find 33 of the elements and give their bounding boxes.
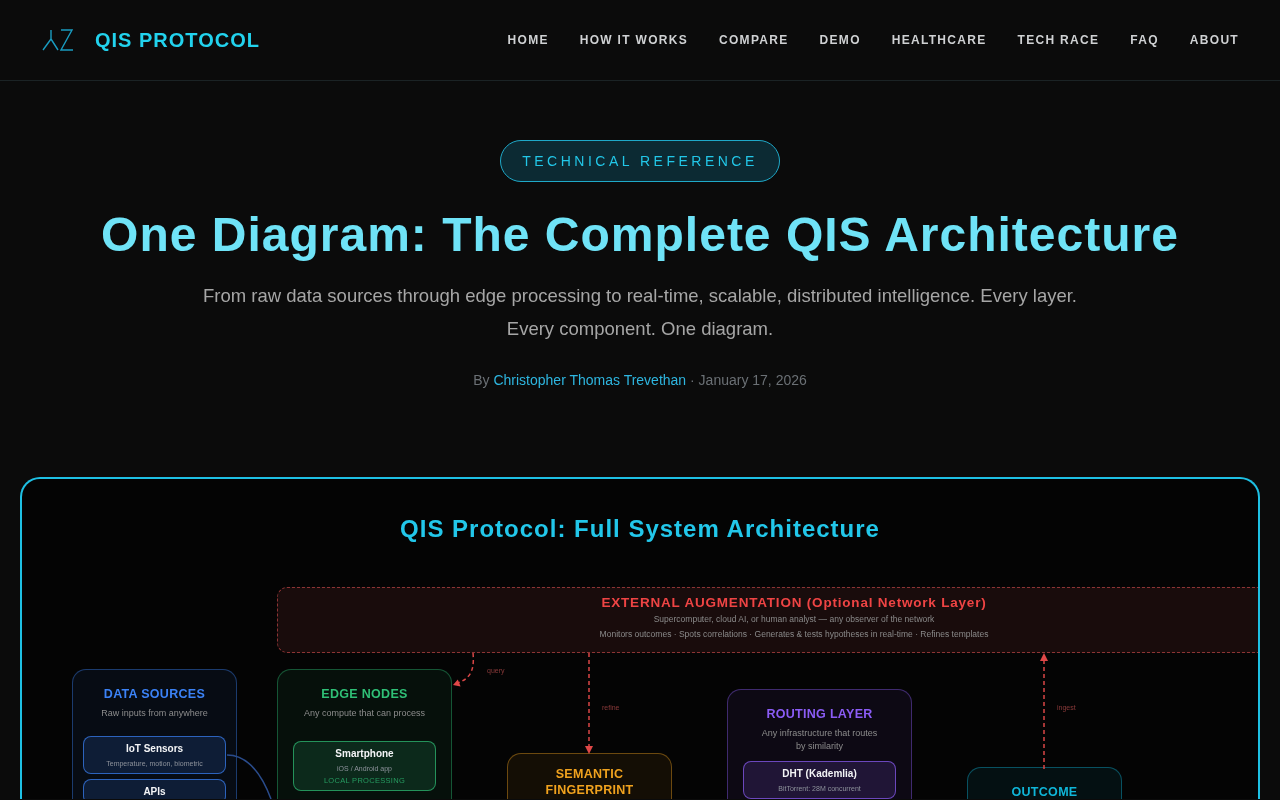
- nav-link[interactable]: HOW IT WORKS: [579, 31, 688, 49]
- author-link[interactable]: Christopher Thomas Trevethan: [493, 372, 687, 388]
- diagram-title: QIS Protocol: Full System Architecture: [399, 514, 881, 544]
- component-title: DHT (Kademlia): [782, 768, 857, 780]
- nav-link[interactable]: HEALTHCARE: [891, 31, 987, 49]
- component-title: Smartphone: [335, 748, 394, 760]
- layer-title: ROUTING LAYER: [765, 706, 874, 722]
- component-title: IoT Sensors: [125, 743, 184, 755]
- page-subtitle: From raw data sources through edge processing to real-time, scalable, distributed intelligence. Every layer. Every component. One diagram.: [201, 284, 1078, 341]
- nav-link[interactable]: COMPARE: [719, 31, 789, 49]
- section-badge: TECHNICAL REFERENCE: [500, 140, 780, 182]
- layer-description: Any compute that can process: [303, 707, 426, 720]
- nav-link[interactable]: TECH RACE: [1017, 31, 1100, 49]
- layer-description: Raw inputs from anywhere: [101, 707, 208, 720]
- layer-title: OUTCOME: [1010, 784, 1079, 799]
- layer-title: SEMANTIC FINGERPRINT: [544, 766, 635, 798]
- external-layer-title: EXTERNAL AUGMENTATION (Optional Network Layer): [601, 595, 987, 611]
- nav-link[interactable]: FAQ: [1130, 31, 1159, 49]
- dashed-arrow: [453, 652, 475, 687]
- page-title: One Diagram: The Complete QIS Architecture: [101, 207, 1179, 263]
- logo-link[interactable]: QIS PROTOCOL: [42, 28, 260, 52]
- layer-title: DATA SOURCES: [102, 686, 207, 702]
- layer-description: Any infrastructure that routes by similarity: [760, 727, 879, 753]
- nav-link[interactable]: DEMO: [819, 31, 861, 49]
- byline: By Christopher Thomas Trevethan · January 17, 2026: [473, 371, 807, 390]
- external-layer-capabilities: Monitors outcomes · Spots correlations · Generates & tests hypotheses in real-time · Refines templates: [599, 628, 989, 640]
- external-layer-description: Supercomputer, cloud AI, or human analyst — any observer of the network: [653, 613, 935, 625]
- nav-link[interactable]: ABOUT: [1189, 31, 1239, 49]
- layer-title: EDGE NODES: [320, 686, 409, 702]
- component-title: APIs: [143, 786, 166, 798]
- nav-link[interactable]: HOME: [507, 31, 549, 49]
- logo-icon: [42, 29, 74, 51]
- connector-line: [226, 754, 272, 799]
